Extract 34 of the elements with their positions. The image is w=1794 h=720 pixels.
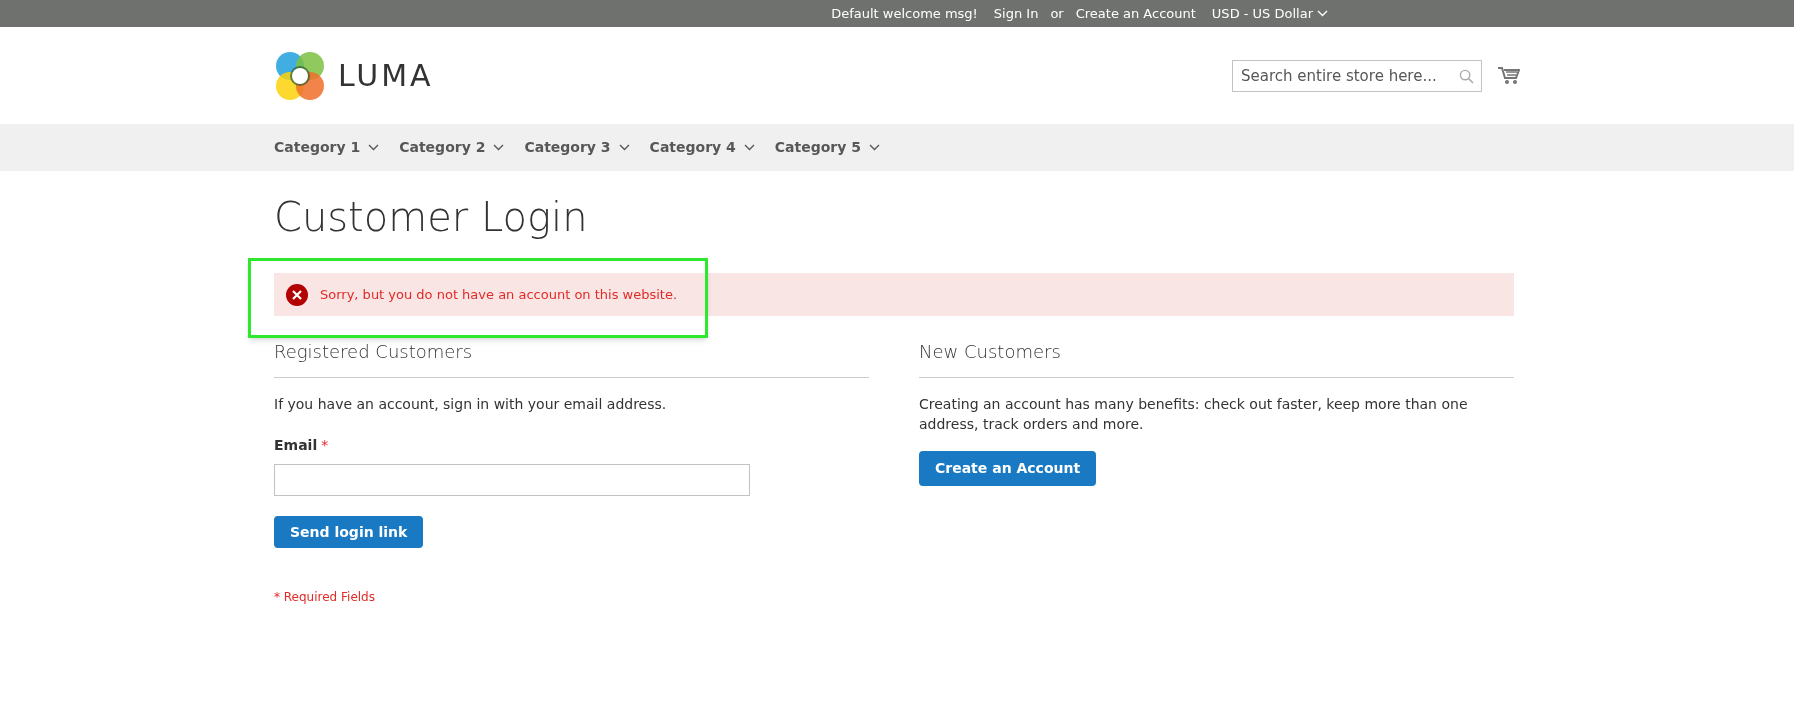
send-login-link-button[interactable]: Send login link xyxy=(274,516,424,548)
chevron-down-icon xyxy=(869,144,880,151)
header-link[interactable]: Sign In xyxy=(993,3,1039,24)
chevron-down-icon xyxy=(743,144,755,151)
chevron-down-icon xyxy=(368,144,380,151)
cart-icon[interactable] xyxy=(1498,65,1520,86)
create-account-button[interactable]: Create an Account xyxy=(919,451,1097,486)
section-title: Registered Customers xyxy=(274,338,869,378)
benefits-text: Creating an account has many benefits: check out faster, keep more than one address, track orders and more. xyxy=(919,395,1469,434)
chevron-down-icon xyxy=(618,144,630,151)
separator-text: or xyxy=(1050,4,1064,23)
currency-switcher[interactable]: USD - US Dollar xyxy=(1211,3,1328,24)
header-link[interactable]: Create an Account xyxy=(1075,3,1196,24)
field-label: Email xyxy=(274,436,318,455)
required-mark: * xyxy=(321,436,329,455)
category-menu-item[interactable]: Category 2 xyxy=(399,137,505,158)
required-fields-note: * Required Fields xyxy=(274,589,376,606)
logo-icon xyxy=(274,49,326,102)
chevron-down-icon xyxy=(493,144,505,151)
category-menu-item[interactable]: Category 1 xyxy=(274,137,380,158)
category-menu-item[interactable]: Category 5 xyxy=(774,137,880,158)
intro-text: If you have an account, sign in with your email address. xyxy=(274,395,668,414)
email-field[interactable] xyxy=(274,464,750,496)
error-icon xyxy=(286,283,308,306)
category-menu-item[interactable]: Category 3 xyxy=(524,137,630,158)
search-field[interactable]: Search entire store here... xyxy=(1232,59,1482,92)
section-title: New Customers xyxy=(919,338,1514,378)
welcome-text: Default welcome msg! xyxy=(831,4,978,23)
luma-logo[interactable]: LUMA xyxy=(274,49,434,102)
error-message: Sorry, but you do not have an account on this website. xyxy=(274,273,1514,316)
page-title: Customer Login xyxy=(274,193,589,237)
search-icon xyxy=(1459,68,1474,84)
category-menu-item[interactable]: Category 4 xyxy=(649,137,755,158)
chevron-down-icon xyxy=(1317,10,1328,17)
